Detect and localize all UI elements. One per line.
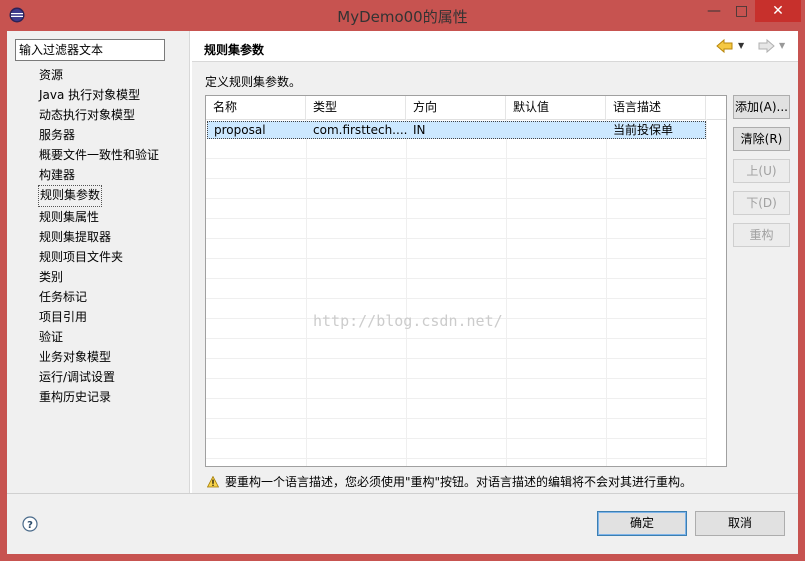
tree-item-profile-compliance[interactable]: 概要文件一致性和验证: [38, 145, 188, 165]
filter-input[interactable]: 输入过滤器文本: [15, 39, 165, 61]
tree-item-task-tags[interactable]: 任务标记: [38, 287, 188, 307]
minimize-button[interactable]: —: [700, 0, 728, 22]
header-divider: [192, 61, 798, 62]
tree-item-run-debug-settings[interactable]: 运行/调试设置: [38, 367, 188, 387]
empty-table-row: [206, 339, 706, 359]
maximize-button[interactable]: □: [728, 0, 755, 22]
move-down-button[interactable]: 下(D): [733, 191, 790, 215]
empty-table-row: [206, 299, 706, 319]
ok-button[interactable]: 确定: [597, 511, 687, 536]
title-bar: MyDemo00的属性 — □ ✕: [0, 0, 805, 30]
cancel-button[interactable]: 取消: [695, 511, 785, 536]
empty-table-row: [206, 459, 706, 466]
empty-table-row: [206, 379, 706, 399]
forward-dropdown-icon[interactable]: ▼: [779, 41, 785, 50]
tree-item-project-references[interactable]: 项目引用: [38, 307, 188, 327]
warning-message: 要重构一个语言描述，您必须使用"重构"按钮。对语言描述的编辑将不会对其进行重构。: [207, 473, 692, 490]
empty-table-row: [206, 279, 706, 299]
column-header-type[interactable]: 类型: [306, 96, 406, 119]
tree-item-refactoring-history[interactable]: 重构历史记录: [38, 387, 188, 407]
window-title: MyDemo00的属性: [337, 8, 468, 26]
empty-table-row: [206, 139, 706, 159]
table-header: 名称 类型 方向 默认值 语言描述: [206, 96, 726, 120]
dialog-client-area: 输入过滤器文本 资源 Java 执行对象模型 动态执行对象模型 服务器 概要文件…: [7, 31, 798, 554]
sash-divider[interactable]: [189, 31, 192, 493]
empty-table-row: [206, 319, 706, 339]
empty-table-row: [206, 159, 706, 179]
cell-type[interactable]: com.firsttech....: [307, 122, 407, 138]
empty-table-row: [206, 439, 706, 459]
empty-table-row: [206, 419, 706, 439]
tree-item-java-xom[interactable]: Java 执行对象模型: [38, 85, 188, 105]
back-dropdown-icon[interactable]: ▼: [738, 41, 744, 50]
add-button[interactable]: 添加(A)...: [733, 95, 790, 119]
tree-item-categories[interactable]: 类别: [38, 267, 188, 287]
cell-verbalization[interactable]: 当前投保单: [607, 122, 707, 138]
tree-item-business-object-model[interactable]: 业务对象模型: [38, 347, 188, 367]
page-title: 规则集参数: [204, 43, 265, 57]
cell-name[interactable]: proposal: [208, 122, 307, 138]
property-page-tree: 资源 Java 执行对象模型 动态执行对象模型 服务器 概要文件一致性和验证 构…: [38, 65, 188, 407]
tree-item-builders[interactable]: 构建器: [38, 165, 188, 185]
column-header-default[interactable]: 默认值: [506, 96, 606, 119]
column-header-direction[interactable]: 方向: [406, 96, 506, 119]
move-up-button[interactable]: 上(U): [733, 159, 790, 183]
cell-default[interactable]: [507, 122, 607, 138]
tree-item-dynamic-xom[interactable]: 动态执行对象模型: [38, 105, 188, 125]
empty-table-row: [206, 239, 706, 259]
empty-table-row: [206, 199, 706, 219]
properties-dialog: MyDemo00的属性 — □ ✕ 输入过滤器文本 资源 Java 执行对象模型…: [0, 0, 805, 561]
tree-item-ruleset-parameters[interactable]: 规则集参数: [38, 185, 103, 207]
table-row[interactable]: proposal com.firsttech.... IN 当前投保单: [207, 121, 706, 139]
help-icon[interactable]: ?: [22, 516, 38, 532]
forward-arrow-icon[interactable]: [757, 38, 775, 54]
tree-item-resource[interactable]: 资源: [38, 65, 188, 85]
cell-direction[interactable]: IN: [407, 122, 507, 138]
page-description: 定义规则集参数。: [205, 75, 302, 89]
tree-item-servers[interactable]: 服务器: [38, 125, 188, 145]
footer-divider: [7, 493, 798, 494]
back-arrow-icon[interactable]: [716, 38, 734, 54]
empty-table-row: [206, 359, 706, 379]
warning-text: 要重构一个语言描述，您必须使用"重构"按钮。对语言描述的编辑将不会对其进行重构。: [225, 475, 693, 489]
column-divider: [706, 119, 707, 466]
page-header: 规则集参数 ▼ ▼: [192, 31, 798, 61]
close-button[interactable]: ✕: [755, 0, 801, 22]
tree-item-rule-project-folders[interactable]: 规则项目文件夹: [38, 247, 188, 267]
parameters-table[interactable]: 名称 类型 方向 默认值 语言描述 proposal com.firsttech…: [205, 95, 727, 467]
svg-text:?: ?: [27, 520, 33, 531]
refactor-button[interactable]: 重构: [733, 223, 790, 247]
empty-table-row: [206, 179, 706, 199]
tree-item-ruleset-extractors[interactable]: 规则集提取器: [38, 227, 188, 247]
tree-item-ruleset-properties[interactable]: 规则集属性: [38, 207, 188, 227]
empty-table-row: [206, 219, 706, 239]
tree-item-validation[interactable]: 验证: [38, 327, 188, 347]
column-header-name[interactable]: 名称: [206, 96, 306, 119]
remove-button[interactable]: 清除(R): [733, 127, 790, 151]
empty-table-row: [206, 399, 706, 419]
column-header-verbalization[interactable]: 语言描述: [606, 96, 706, 119]
empty-table-row: [206, 259, 706, 279]
warning-icon: [207, 476, 219, 488]
